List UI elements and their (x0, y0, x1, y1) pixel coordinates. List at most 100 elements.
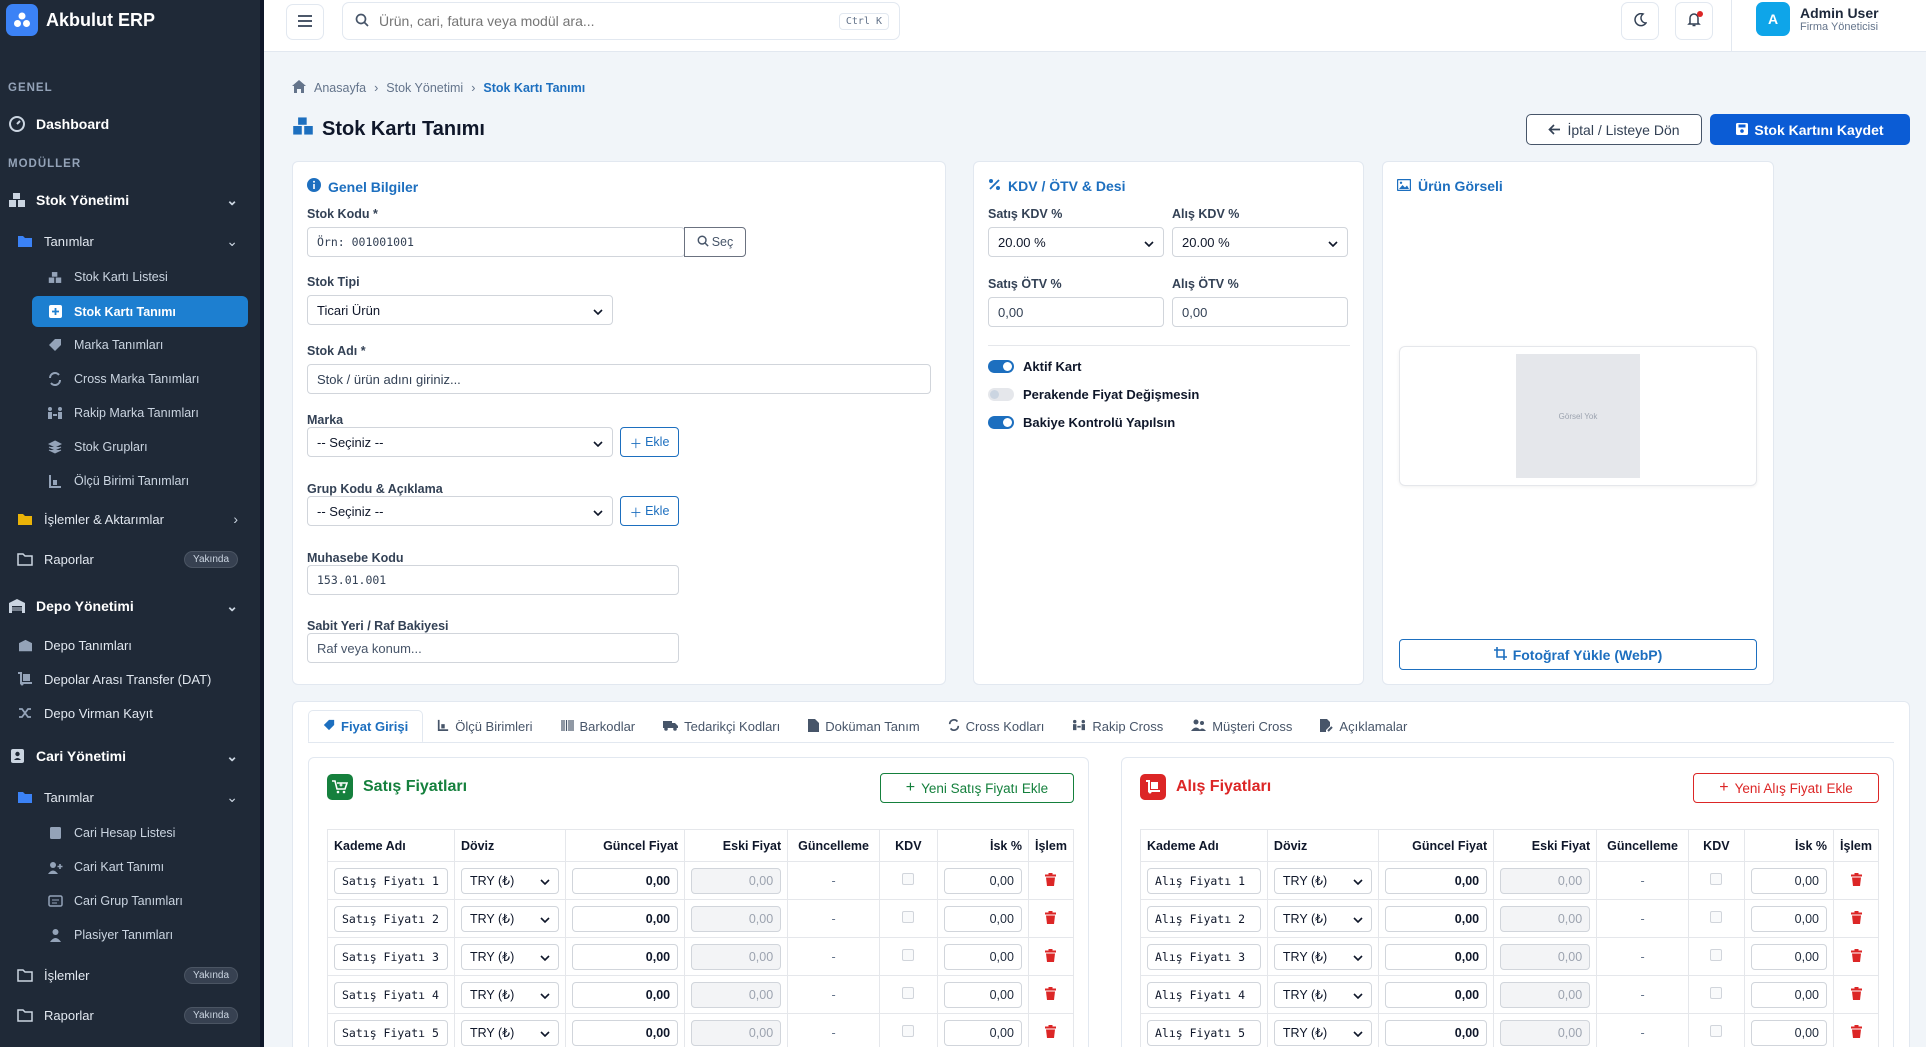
discount-input[interactable]: 0,00 (1750, 905, 1827, 932)
perakende-fiyat-toggle[interactable]: Perakende Fiyat Değişmesin (988, 387, 1199, 402)
currency-select[interactable]: TRY (₺) (1273, 867, 1373, 894)
kademe-input[interactable]: Alış Fiyatı 5 (1147, 1019, 1261, 1046)
sidebar-item-cari-kart-tanimi[interactable]: Cari Kart Tanımı (0, 856, 252, 878)
discount-input[interactable]: 0,00 (943, 867, 1022, 894)
trash-icon[interactable] (1850, 1024, 1862, 1041)
tab-barkodlar[interactable]: Barkodlar (547, 710, 650, 743)
sidebar-item-plasiyer[interactable]: Plasiyer Tanımları (0, 924, 252, 946)
sidebar-item-depo-tanimlari[interactable]: Depo Tanımları (0, 634, 252, 656)
current-price-input[interactable]: 0,00 (1385, 1019, 1488, 1046)
tab-olcu-birimleri[interactable]: Ölçü Birimleri (423, 710, 546, 743)
sidebar-item-depo-yonetimi[interactable]: Depo Yönetimi ⌄ (0, 594, 252, 618)
sidebar-item-depolar-arasi-transfer[interactable]: Depolar Arası Transfer (DAT) (0, 668, 252, 690)
trash-icon[interactable] (1045, 1024, 1057, 1041)
switch[interactable] (988, 416, 1014, 429)
sidebar-item-cari-raporlar[interactable]: Raporlar Yakında (0, 1004, 252, 1026)
breadcrumb-stok[interactable]: Stok Yönetimi (386, 81, 463, 95)
sidebar-item-stok-yonetimi[interactable]: Stok Yönetimi ⌄ (0, 188, 252, 212)
stok-kodu-select-button[interactable]: Seç (684, 227, 746, 257)
tab-rakip-cross[interactable]: Rakip Cross (1058, 710, 1177, 743)
discount-input[interactable]: 0,00 (943, 1019, 1022, 1046)
tab-musteri-cross[interactable]: Müşteri Cross (1177, 710, 1306, 743)
kademe-input[interactable]: Alış Fiyatı 4 (1147, 981, 1261, 1008)
currency-select[interactable]: TRY (₺) (460, 905, 560, 932)
current-price-input[interactable]: 0,00 (572, 981, 679, 1008)
kdv-checkbox[interactable] (902, 987, 915, 999)
trash-icon[interactable] (1850, 872, 1862, 889)
discount-input[interactable]: 0,00 (1750, 1019, 1827, 1046)
tab-dokuman-tanim[interactable]: Doküman Tanım (794, 710, 933, 743)
cancel-button[interactable]: İptal / Listeye Dön (1526, 114, 1702, 145)
kademe-input[interactable]: Satış Fiyatı 1 (334, 867, 448, 894)
currency-select[interactable]: TRY (₺) (460, 981, 560, 1008)
trash-icon[interactable] (1850, 986, 1862, 1003)
muhasebe-input[interactable]: 153.01.001 (307, 565, 679, 595)
kdv-checkbox[interactable] (902, 873, 915, 885)
alis-otv-input[interactable]: 0,00 (1172, 297, 1348, 327)
sidebar-item-cross-marka[interactable]: Cross Marka Tanımları (0, 368, 252, 390)
breadcrumb-home[interactable]: Anasayfa (314, 81, 366, 95)
alis-kdv-select[interactable]: 20.00 % (1172, 227, 1348, 257)
kademe-input[interactable]: Alış Fiyatı 2 (1147, 905, 1261, 932)
sidebar-item-stok-raporlar[interactable]: Raporlar Yakında (0, 548, 252, 570)
kdv-checkbox[interactable] (1710, 911, 1723, 923)
current-price-input[interactable]: 0,00 (572, 867, 679, 894)
kademe-input[interactable]: Alış Fiyatı 1 (1147, 867, 1261, 894)
satis-otv-input[interactable]: 0,00 (988, 297, 1164, 327)
discount-input[interactable]: 0,00 (1750, 981, 1827, 1008)
trash-icon[interactable] (1045, 948, 1057, 965)
currency-select[interactable]: TRY (₺) (1273, 981, 1373, 1008)
current-price-input[interactable]: 0,00 (1385, 867, 1488, 894)
stok-tipi-select[interactable]: Ticari Ürün (307, 295, 613, 325)
current-price-input[interactable]: 0,00 (1385, 981, 1488, 1008)
currency-select[interactable]: TRY (₺) (1273, 905, 1373, 932)
current-price-input[interactable]: 0,00 (1385, 943, 1488, 970)
currency-select[interactable]: TRY (₺) (460, 867, 560, 894)
tab-tedarikci-kodlari[interactable]: Tedarikçi Kodları (649, 710, 794, 743)
sidebar-item-dashboard[interactable]: Dashboard (0, 112, 252, 136)
current-price-input[interactable]: 0,00 (572, 1019, 679, 1046)
grup-add-button[interactable]: ＋ Ekle (620, 496, 679, 526)
sidebar-item-stok-gruplari[interactable]: Stok Grupları (0, 436, 252, 458)
sidebar-item-stok-tanimlar[interactable]: Tanımlar ⌄ (0, 230, 252, 252)
theme-toggle-button[interactable] (1621, 2, 1659, 40)
kademe-input[interactable]: Satış Fiyatı 3 (334, 943, 448, 970)
currency-select[interactable]: TRY (₺) (460, 1019, 560, 1046)
new-purchase-price-button[interactable]: + Yeni Alış Fiyatı Ekle (1693, 773, 1879, 803)
sidebar-item-cari-grup[interactable]: Cari Grup Tanımları (0, 890, 252, 912)
kademe-input[interactable]: Satış Fiyatı 2 (334, 905, 448, 932)
kdv-checkbox[interactable] (902, 911, 915, 923)
raf-input[interactable]: Raf veya konum... (307, 633, 679, 663)
currency-select[interactable]: TRY (₺) (1273, 943, 1373, 970)
discount-input[interactable]: 0,00 (1750, 867, 1827, 894)
sidebar-item-depo-virman[interactable]: Depo Virman Kayıt (0, 702, 252, 724)
sidebar-item-stok-karti-tanimi[interactable]: Stok Kartı Tanımı (32, 296, 248, 327)
kdv-checkbox[interactable] (1710, 987, 1723, 999)
aktif-kart-toggle[interactable]: Aktif Kart (988, 359, 1082, 374)
search-input[interactable] (379, 13, 839, 29)
new-sales-price-button[interactable]: + Yeni Satış Fiyatı Ekle (880, 773, 1074, 803)
user-menu[interactable]: A Admin User Firma Yöneticisi (1756, 2, 1879, 36)
discount-input[interactable]: 0,00 (943, 905, 1022, 932)
sidebar-item-islemler-aktarimlar[interactable]: İşlemler & Aktarımlar › (0, 508, 252, 530)
sidebar-item-rakip-marka[interactable]: Rakip Marka Tanımları (0, 402, 252, 424)
trash-icon[interactable] (1045, 872, 1057, 889)
current-price-input[interactable]: 0,00 (572, 905, 679, 932)
notifications-button[interactable] (1675, 2, 1713, 40)
tab-cross-kodlari[interactable]: Cross Kodları (934, 710, 1059, 743)
trash-icon[interactable] (1045, 986, 1057, 1003)
trash-icon[interactable] (1045, 910, 1057, 927)
sidebar-item-cari-islemler[interactable]: İşlemler Yakında (0, 964, 252, 986)
current-price-input[interactable]: 0,00 (1385, 905, 1488, 932)
kdv-checkbox[interactable] (902, 949, 915, 961)
discount-input[interactable]: 0,00 (1750, 943, 1827, 970)
switch[interactable] (988, 360, 1014, 373)
marka-select[interactable]: -- Seçiniz -- (307, 427, 613, 457)
kademe-input[interactable]: Satış Fiyatı 5 (334, 1019, 448, 1046)
menu-toggle-button[interactable] (286, 4, 324, 40)
sidebar-item-marka-tanimlari[interactable]: Marka Tanımları (0, 334, 252, 356)
save-button[interactable]: Stok Kartını Kaydet (1710, 114, 1910, 145)
kdv-checkbox[interactable] (1710, 1025, 1723, 1037)
currency-select[interactable]: TRY (₺) (460, 943, 560, 970)
kademe-input[interactable]: Alış Fiyatı 3 (1147, 943, 1261, 970)
